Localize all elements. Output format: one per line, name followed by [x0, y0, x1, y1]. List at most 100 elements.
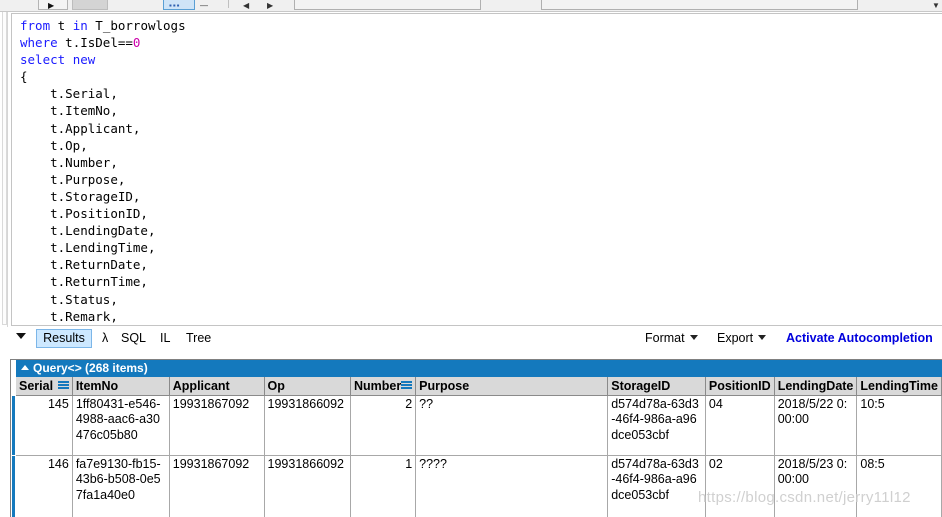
code-line: t.Number,: [50, 154, 118, 170]
main-toolbar: ▶ ▪▪▪ — ◀ ▶ ▼: [0, 0, 942, 12]
column-label: Serial: [19, 378, 54, 393]
cell-number[interactable]: 2: [350, 395, 417, 456]
code-line: t.ReturnTime,: [50, 274, 148, 290]
cell-op[interactable]: 19931866092: [264, 455, 352, 517]
column-header-lendingtime[interactable]: LendingTime: [856, 377, 942, 396]
code-line: t.ItemNo,: [50, 103, 118, 119]
column-label: LendingTime: [860, 378, 938, 393]
cell-purpose[interactable]: ??: [415, 395, 609, 456]
code-line: t.PositionID,: [50, 206, 148, 222]
export-menu-button[interactable]: Export: [717, 330, 767, 347]
activate-autocompletion-link[interactable]: Activate Autocompletion: [786, 330, 933, 347]
cell-itemno[interactable]: 1ff80431-e546-4988-aac6-a30476c05b80: [72, 395, 170, 456]
format-menu-button[interactable]: Format: [645, 330, 698, 347]
query-result-header-label: Query<> (268 items): [33, 361, 148, 375]
code-line: t.IsDel: [20, 325, 942, 326]
results-table[interactable]: Serial ItemNo Applicant Op Number Purpos…: [16, 377, 942, 517]
cell-number[interactable]: 1: [350, 455, 417, 517]
overflow-icon[interactable]: ▼: [932, 1, 941, 10]
editor-left-gutter: [0, 12, 8, 327]
run-icon: ▶: [48, 1, 56, 10]
column-header-storageid[interactable]: StorageID: [607, 377, 706, 396]
code-line: t.Status,: [50, 291, 118, 307]
column-label: Applicant: [172, 378, 230, 393]
results-pane: Query<> (268 items) Serial ItemNo Applic…: [0, 351, 942, 517]
code-line: from t in T_borrowlogs: [20, 18, 186, 33]
grid-icon: ▪▪▪: [169, 1, 181, 10]
table-row[interactable]: 145 1ff80431-e546-4988-aac6-a30476c05b80 1…: [16, 395, 942, 456]
format-menu-label: Format: [645, 331, 685, 345]
column-label: PositionID: [708, 378, 771, 393]
column-label: StorageID: [611, 378, 671, 393]
cell-applicant[interactable]: 19931867092: [169, 455, 265, 517]
linqpad-window: ▶ ▪▪▪ — ◀ ▶ ▼ from t in T_borrowlogswher…: [0, 0, 942, 517]
cell-itemno[interactable]: fa7e9130-fb15-43b6-b508-0e57fa1a40e0: [72, 455, 170, 517]
nav-forward-icon[interactable]: ▶: [267, 1, 274, 10]
filter-icon[interactable]: [401, 381, 413, 390]
code-line: select new: [20, 52, 96, 68]
code-line: {: [20, 69, 28, 85]
cell-serial[interactable]: 145: [16, 395, 73, 456]
cell-op[interactable]: 19931866092: [264, 395, 352, 456]
triangle-down-icon[interactable]: [16, 333, 26, 339]
cell-lendingdate[interactable]: 2018/5/23 0:00:00: [774, 455, 858, 517]
code-line: t.LendingTime,: [50, 240, 156, 256]
results-frame: Query<> (268 items) Serial ItemNo Applic…: [10, 359, 942, 517]
chevron-down-icon: [758, 335, 767, 340]
code-line: t.Remark,: [50, 308, 118, 324]
line-icon: —: [200, 1, 209, 10]
column-header-serial[interactable]: Serial: [16, 377, 73, 396]
stop-button[interactable]: [72, 0, 108, 10]
column-header-itemno[interactable]: ItemNo: [72, 377, 170, 396]
tab-tree[interactable]: Tree: [180, 329, 217, 348]
code-line: t.Applicant,: [50, 120, 141, 136]
toolbar-separator-1: [228, 0, 229, 8]
tab-results[interactable]: Results: [36, 329, 92, 348]
language-select[interactable]: [294, 0, 481, 10]
cell-lendingtime[interactable]: 08:5: [856, 455, 942, 517]
nav-back-icon[interactable]: ◀: [243, 1, 250, 10]
column-header-purpose[interactable]: Purpose: [415, 377, 609, 396]
cell-serial[interactable]: 146: [16, 455, 73, 517]
gutter-track: [2, 12, 7, 325]
cell-storageid[interactable]: d574d78a-63d3-46f4-986a-a96dce053cbf: [607, 455, 706, 517]
row-marker-segment: [12, 456, 15, 517]
table-header-row: Serial ItemNo Applicant Op Number Purpos…: [16, 377, 942, 396]
code-line: t.Serial,: [50, 86, 118, 102]
query-code-editor[interactable]: from t in T_borrowlogswhere t.IsDel==0 se…: [11, 13, 942, 326]
export-menu-label: Export: [717, 331, 754, 345]
code-line: t.Op,: [50, 137, 88, 153]
cell-positionid[interactable]: 04: [705, 395, 775, 456]
cell-positionid[interactable]: 02: [705, 455, 775, 517]
column-header-applicant[interactable]: Applicant: [169, 377, 265, 396]
triangle-up-icon: [21, 365, 29, 370]
code-line: where t.IsDel==0: [20, 35, 141, 51]
connection-select[interactable]: [541, 0, 858, 10]
table-row[interactable]: 146 fa7e9130-fb15-43b6-b508-0e57fa1a40e0 1…: [16, 455, 942, 517]
column-label: Purpose: [419, 378, 470, 393]
code-line: t.ReturnDate,: [50, 257, 148, 273]
column-header-lendingdate[interactable]: LendingDate: [774, 377, 858, 396]
query-result-header[interactable]: Query<> (268 items): [16, 360, 942, 377]
column-header-positionid[interactable]: PositionID: [705, 377, 775, 396]
tab-il[interactable]: IL: [154, 329, 176, 348]
column-label: ItemNo: [75, 378, 119, 393]
tab-lambda[interactable]: λ: [96, 329, 114, 348]
filter-icon[interactable]: [57, 381, 69, 390]
row-marker-segment: [12, 396, 15, 455]
cell-applicant[interactable]: 19931867092: [169, 395, 265, 456]
code-line: t.StorageID,: [50, 188, 141, 204]
column-header-number[interactable]: Number: [350, 377, 417, 396]
cell-lendingdate[interactable]: 2018/5/22 0:00:00: [774, 395, 858, 456]
tab-sql[interactable]: SQL: [115, 329, 152, 348]
results-tabstrip: Results λ SQL IL Tree Format Export Acti…: [0, 327, 942, 351]
code-line: t.LendingDate,: [50, 223, 156, 239]
chevron-down-icon: [689, 335, 698, 340]
code-line: t.Purpose,: [50, 171, 126, 187]
cell-storageid[interactable]: d574d78a-63d3-46f4-986a-a96dce053cbf: [607, 395, 706, 456]
code-body: from t in T_borrowlogswhere t.IsDel==0 se…: [20, 17, 942, 326]
column-label: LendingDate: [777, 378, 854, 393]
column-header-op[interactable]: Op: [264, 377, 352, 396]
cell-lendingtime[interactable]: 10:5: [856, 395, 942, 456]
cell-purpose[interactable]: ????: [415, 455, 609, 517]
